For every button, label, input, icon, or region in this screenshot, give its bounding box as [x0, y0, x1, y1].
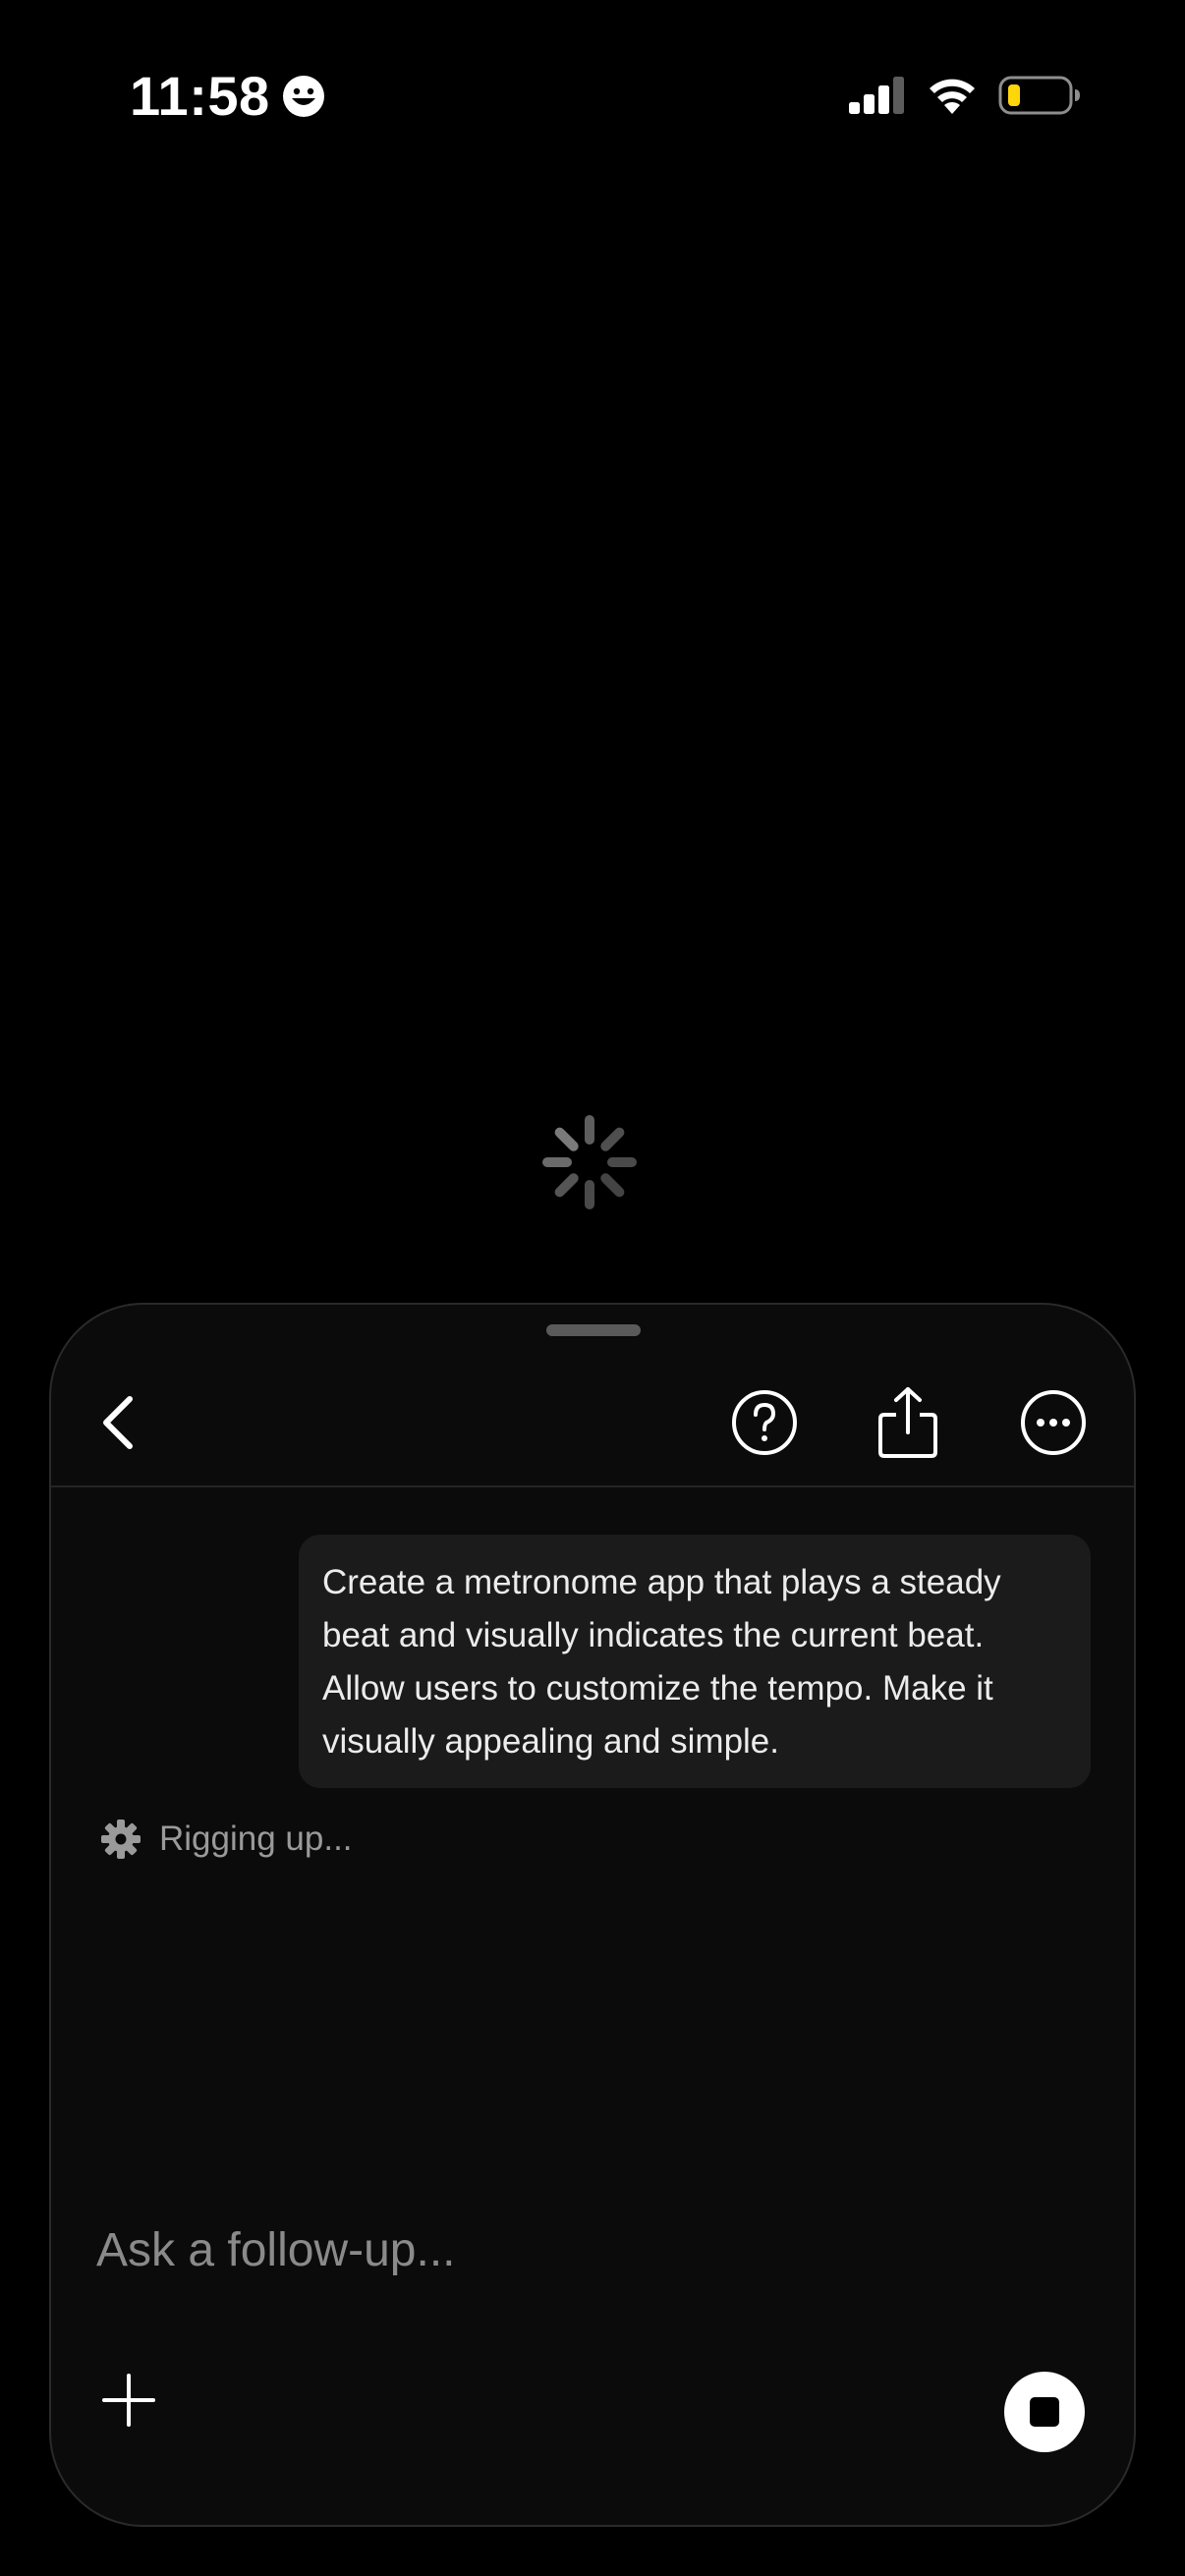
battery-low-icon: [998, 76, 1080, 115]
chat-sheet: Create a metronome app that plays a stea…: [49, 1303, 1136, 2527]
share-icon: [878, 1387, 937, 1458]
smiling-face-icon: [282, 76, 324, 117]
follow-up-input[interactable]: [96, 2211, 1079, 2289]
user-message-bubble: Create a metronome app that plays a stea…: [299, 1535, 1091, 1788]
chevron-left-icon: [103, 1396, 133, 1449]
stop-icon: [1030, 2397, 1059, 2427]
sheet-header: [51, 1364, 1134, 1487]
time-group: 11:58: [130, 63, 325, 130]
add-attachment-button[interactable]: [96, 2368, 161, 2433]
more-options-button[interactable]: [1014, 1383, 1093, 1462]
cellular-signal-icon: [849, 77, 904, 114]
status-text: Rigging up...: [159, 1820, 353, 1858]
gear-icon: [101, 1820, 141, 1859]
sheet-grabber[interactable]: [546, 1324, 641, 1336]
loading-spinner-icon: [542, 1115, 637, 1209]
ellipsis-circle-icon: [1021, 1390, 1086, 1455]
help-button[interactable]: [725, 1383, 804, 1462]
wifi-icon: [930, 79, 975, 114]
question-circle-icon: [732, 1390, 797, 1455]
back-button[interactable]: [81, 1383, 159, 1462]
stop-generation-button[interactable]: [1004, 2372, 1085, 2452]
status-bar: 11:58: [0, 0, 1185, 187]
status-time: 11:58: [130, 65, 270, 127]
plus-icon: [102, 2374, 155, 2427]
agent-status: Rigging up...: [100, 1812, 353, 1867]
share-button[interactable]: [869, 1383, 947, 1462]
